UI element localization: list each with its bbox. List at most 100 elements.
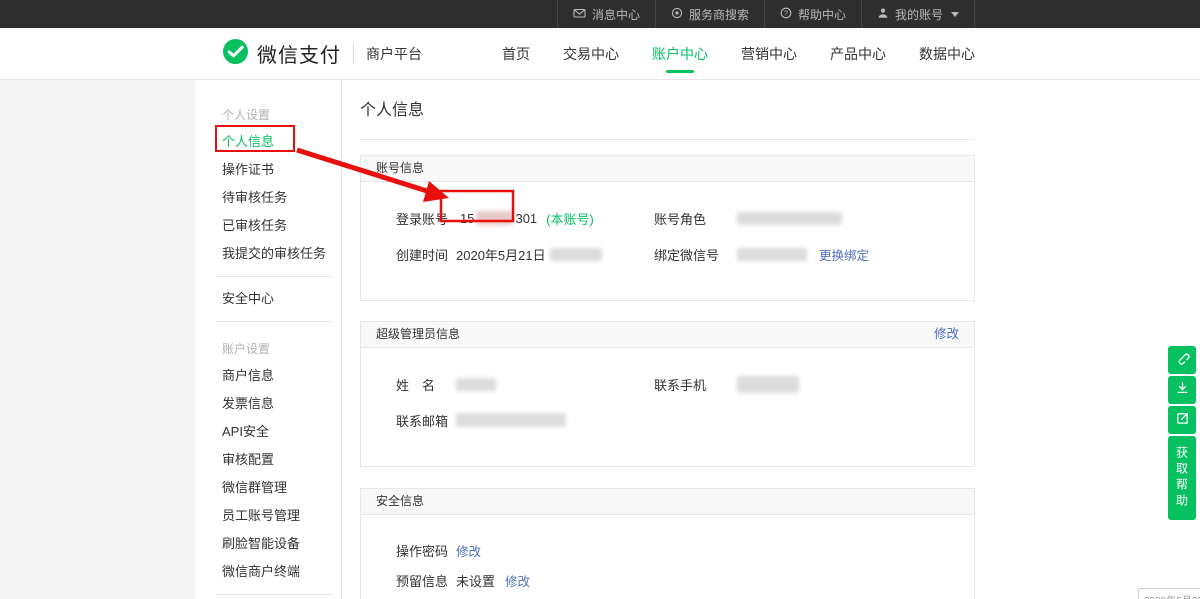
sidebar: 个人设置 个人信息 操作证书 待审核任务 已审核任务 我提交的审核任务 安全中心… (195, 80, 342, 599)
brand: 微信支付 商户平台 (222, 38, 422, 70)
link-icon (1175, 350, 1190, 370)
operation-password-row: 操作密码 修改 (396, 541, 939, 560)
wechat-pay-logo-icon (222, 38, 249, 70)
nav-item-marketing[interactable]: 营销中心 (741, 28, 797, 80)
panel-title: 账号信息 (376, 156, 424, 181)
sidebar-item-security-center[interactable]: 安全中心 (195, 285, 341, 313)
download-button[interactable] (1168, 376, 1196, 404)
info-row: 联系邮箱 (396, 406, 939, 434)
redacted-account-role (737, 212, 842, 225)
panel-title: 超级管理员信息 (376, 322, 460, 347)
redacted-login-digits (476, 211, 513, 225)
topbar-item-label: 服务商搜索 (689, 6, 749, 23)
info-row: 登录账号 15 301 (本账号) 账号角色 (396, 204, 939, 232)
security-info-panel-header: 安全信息 (361, 489, 974, 515)
topbar-item-label: 消息中心 (592, 6, 640, 23)
change-password-link[interactable]: 修改 (456, 541, 481, 560)
sidebar-item-wechat-group-management[interactable]: 微信群管理 (195, 474, 341, 502)
chevron-down-icon (951, 12, 959, 17)
date-tooltip: 2020年5月22日 (1138, 588, 1200, 599)
login-account-value: 15 301 (456, 211, 541, 226)
mail-icon (573, 7, 586, 22)
sidebar-item-personal-info[interactable]: 个人信息 (195, 128, 341, 156)
download-icon (1175, 380, 1190, 400)
admin-email-cell: 联系邮箱 (396, 411, 654, 430)
nav-item-products[interactable]: 产品中心 (830, 28, 886, 80)
sidebar-divider (215, 321, 333, 322)
login-account-label: 登录账号 (396, 209, 456, 228)
sidebar-item-face-smart-device[interactable]: 刷脸智能设备 (195, 530, 341, 558)
floating-toolbar: 获取帮助 (1168, 346, 1196, 520)
redacted-admin-name (456, 378, 496, 391)
topbar-item-my-account[interactable]: 我的账号 (862, 0, 975, 28)
topbar-item-messages[interactable]: 消息中心 (557, 0, 656, 28)
nav-item-data-center[interactable]: 数据中心 (919, 28, 975, 80)
reserved-info-status: 未设置 (456, 571, 495, 590)
sidebar-item-pending-review-tasks[interactable]: 待审核任务 (195, 184, 341, 212)
admin-email-label: 联系邮箱 (396, 411, 456, 430)
created-time-cell: 创建时间 2020年5月21日 (396, 245, 654, 264)
topbar: 消息中心 服务商搜索 ? 帮助中心 我的账号 (0, 0, 1200, 28)
screen: 消息中心 服务商搜索 ? 帮助中心 我的账号 (0, 0, 1200, 599)
sidebar-item-review-config[interactable]: 审核配置 (195, 446, 341, 474)
sidebar-item-wechat-merchant-terminal[interactable]: 微信商户终端 (195, 558, 341, 586)
sidebar-item-invoice-info[interactable]: 发票信息 (195, 390, 341, 418)
question-icon: ? (780, 7, 792, 22)
header: 微信支付 商户平台 首页 交易中心 账户中心 营销中心 产品中心 数据中心 (0, 28, 1200, 80)
security-info-panel-body: 操作密码 修改 预留信息 未设置 修改 预留信息是由你自己设置的一段文字，用来鉴… (361, 515, 974, 599)
topbar-item-help-center[interactable]: ? 帮助中心 (765, 0, 862, 28)
brand-divider (353, 44, 354, 64)
nav-item-home[interactable]: 首页 (502, 28, 530, 80)
sidebar-item-reviewed-tasks[interactable]: 已审核任务 (195, 212, 341, 240)
login-number-suffix: 301 (515, 211, 537, 226)
content: 个人信息 账号信息 登录账号 15 301 (本账号) (360, 80, 975, 599)
created-time-label: 创建时间 (396, 245, 456, 264)
nav-item-transactions[interactable]: 交易中心 (563, 28, 619, 80)
brand-name: 微信支付 (257, 39, 341, 68)
link-button[interactable] (1168, 346, 1196, 374)
sidebar-item-my-submitted-tasks[interactable]: 我提交的审核任务 (195, 240, 341, 268)
super-admin-panel-header: 超级管理员信息 修改 (361, 322, 974, 348)
redacted-created-time (550, 248, 602, 261)
topbar-item-label: 帮助中心 (798, 6, 846, 23)
super-admin-panel-body: 姓 名 联系手机 联系邮箱 (361, 348, 974, 466)
admin-name-cell: 姓 名 (396, 375, 654, 394)
nav-item-account-center[interactable]: 账户中心 (652, 28, 708, 80)
redacted-admin-email (456, 413, 566, 427)
info-row: 创建时间 2020年5月21日 绑定微信号 更换绑定 (396, 240, 939, 268)
page-title: 个人信息 (360, 80, 975, 140)
topbar-item-provider-search[interactable]: 服务商搜索 (656, 0, 765, 28)
search-icon (671, 7, 683, 22)
sidebar-item-staff-account-management[interactable]: 员工账号管理 (195, 502, 341, 530)
bound-wechat-cell: 绑定微信号 更换绑定 (654, 245, 869, 264)
main-nav: 首页 交易中心 账户中心 营销中心 产品中心 数据中心 (502, 28, 975, 80)
get-help-button[interactable]: 获取帮助 (1168, 436, 1196, 520)
sidebar-group-personal-settings: 个人设置 (195, 102, 341, 128)
redacted-wechat-id (737, 248, 807, 261)
bound-wechat-label: 绑定微信号 (654, 245, 737, 264)
created-time-value: 2020年5月21日 (456, 245, 546, 264)
account-role-label: 账号角色 (654, 209, 737, 228)
account-info-panel-header: 账号信息 (361, 156, 974, 182)
sidebar-group-account-settings: 账户设置 (195, 336, 341, 362)
sidebar-item-merchant-info[interactable]: 商户信息 (195, 362, 341, 390)
edit-icon (1175, 410, 1190, 430)
sidebar-item-api-security[interactable]: API安全 (195, 418, 341, 446)
account-role-cell: 账号角色 (654, 209, 842, 228)
reserved-info-row: 预留信息 未设置 修改 (396, 571, 939, 590)
sidebar-item-operation-certificate[interactable]: 操作证书 (195, 156, 341, 184)
edit-reserved-info-link[interactable]: 修改 (505, 571, 530, 590)
sidebar-divider (215, 594, 333, 595)
login-account-cell: 登录账号 15 301 (本账号) (396, 209, 654, 228)
admin-phone-label: 联系手机 (654, 375, 737, 394)
super-admin-panel: 超级管理员信息 修改 姓 名 联系手机 联系邮箱 (360, 321, 975, 467)
feedback-button[interactable] (1168, 406, 1196, 434)
user-icon (877, 7, 889, 22)
sidebar-divider (215, 276, 333, 277)
panel-title: 安全信息 (376, 489, 424, 514)
login-number-prefix: 15 (460, 211, 474, 226)
brand-portal: 商户平台 (366, 44, 422, 64)
edit-admin-link[interactable]: 修改 (934, 322, 959, 347)
svg-text:?: ? (784, 10, 788, 17)
change-binding-link[interactable]: 更换绑定 (819, 245, 869, 264)
